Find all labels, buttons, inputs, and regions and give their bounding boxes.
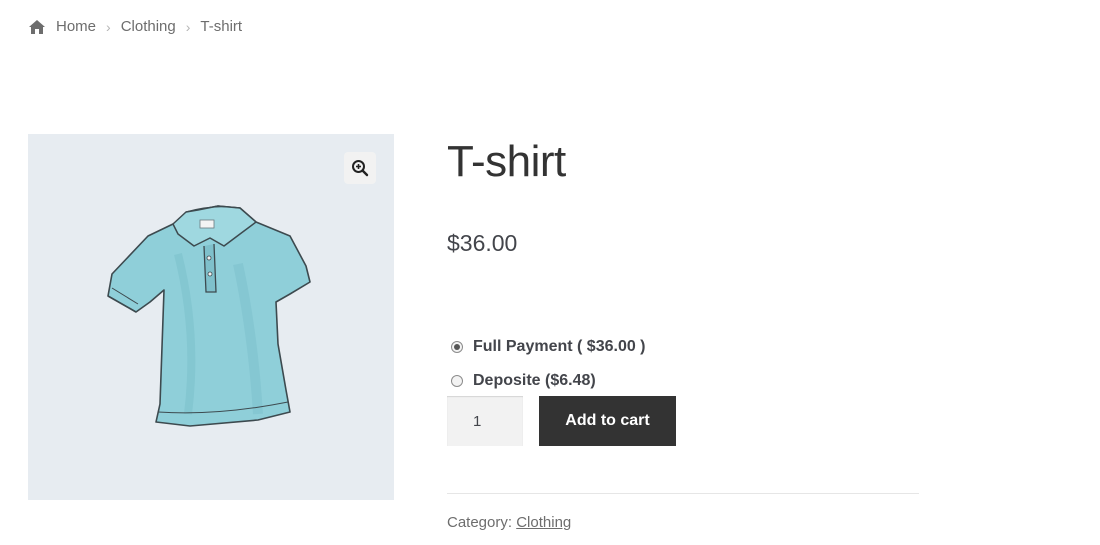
chevron-right-icon: › (106, 18, 111, 35)
breadcrumb-current: T-shirt (200, 18, 243, 35)
payment-option-deposit[interactable]: Deposite ($6.48) (451, 364, 646, 398)
add-to-cart-form: Add to cart (447, 396, 676, 446)
radio-full-payment[interactable] (451, 341, 463, 353)
product-page: Home › Clothing › T-shirt T-shirt $36.00… (0, 0, 1100, 545)
breadcrumb-home-link[interactable]: Home (56, 18, 96, 35)
magnifier-plus-icon (352, 160, 369, 177)
product-price: $36.00 (447, 230, 518, 256)
product-title: T-shirt (447, 137, 566, 186)
breadcrumb: Home › Clothing › T-shirt (28, 18, 242, 35)
payment-option-full[interactable]: Full Payment ( $36.00 ) (451, 330, 646, 364)
product-image[interactable] (28, 134, 394, 500)
payment-options: Full Payment ( $36.00 ) Deposite ($6.48) (451, 330, 646, 398)
radio-deposit[interactable] (451, 375, 463, 387)
product-summary: T-shirt $36.00 Full Payment ( $36.00 ) D… (447, 134, 919, 531)
zoom-button[interactable] (344, 152, 376, 184)
chevron-right-icon: › (185, 18, 191, 35)
quantity-input[interactable] (447, 396, 523, 446)
product-gallery[interactable] (28, 134, 394, 500)
product-meta: Category: Clothing (447, 514, 571, 531)
divider (447, 493, 919, 494)
payment-option-label: Deposite ($6.48) (473, 372, 596, 389)
category-link[interactable]: Clothing (516, 514, 571, 531)
payment-option-label: Full Payment ( $36.00 ) (473, 338, 646, 355)
home-icon (29, 19, 45, 34)
category-label: Category: (447, 514, 513, 531)
breadcrumb-clothing-link[interactable]: Clothing (121, 18, 176, 35)
add-to-cart-button[interactable]: Add to cart (539, 396, 676, 446)
